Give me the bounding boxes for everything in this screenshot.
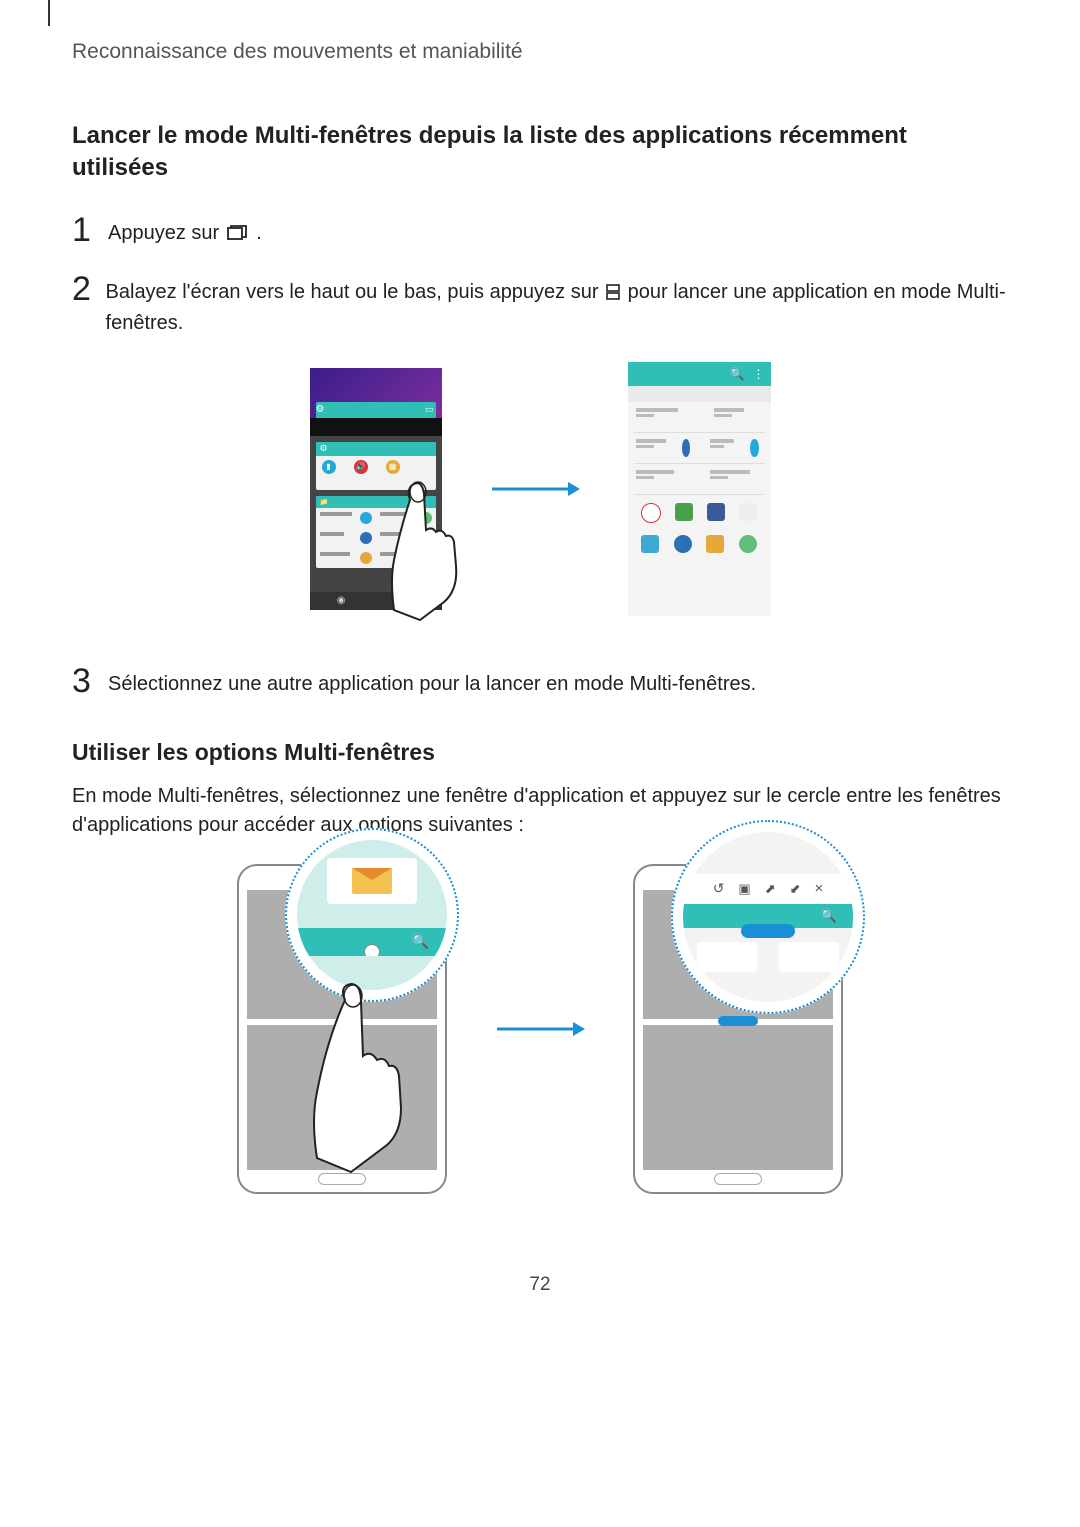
- arrow-right-icon: [490, 479, 580, 499]
- zoom-circle-left: 🔍: [285, 828, 459, 1002]
- phone-file-browser: 🔍 ⋮: [628, 362, 771, 616]
- search-icon: 🔍: [730, 367, 745, 381]
- step-1: 1 Appuyez sur .: [72, 213, 1008, 250]
- swap-icon: ↺: [713, 880, 725, 897]
- split-screen-icon: [606, 280, 620, 309]
- pie-icon: ◉: [337, 595, 346, 606]
- arrow-right-icon: [495, 1019, 585, 1039]
- step-2: 2 Balayez l'écran vers le haut ou le bas…: [72, 272, 1008, 338]
- illustration-row-1: ⚙ ▭ ⚙ ▮ 🔊 ▦ 📁: [72, 362, 1008, 616]
- page-number: 72: [72, 1274, 1008, 1296]
- zoom-circle-right: ↺ ▣ ⬈ ⬋ × 🔍: [671, 820, 865, 1014]
- drag-content-icon: ▣: [738, 881, 750, 897]
- search-icon: 🔍: [412, 933, 429, 950]
- step-1-text-after: .: [256, 222, 262, 244]
- phone-recent-apps: ⚙ ▭ ⚙ ▮ 🔊 ▦ 📁: [310, 368, 442, 610]
- step-3-text: Sélectionnez une autre application pour …: [108, 664, 756, 699]
- body-paragraph: En mode Multi-fenêtres, sélectionnez une…: [72, 782, 1008, 840]
- subsection-title: Utiliser les options Multi-fenêtres: [72, 739, 1008, 766]
- step-2-number: 2: [72, 272, 102, 306]
- hand-pointing-icon: [380, 470, 490, 630]
- page-header: Reconnaissance des mouvements et maniabi…: [72, 40, 1008, 64]
- maximize-icon: ⬋: [790, 881, 801, 897]
- step-1-text-before: Appuyez sur: [108, 222, 225, 244]
- more-icon: ⋮: [753, 367, 765, 381]
- minimize-icon: ⬈: [765, 881, 776, 897]
- step-1-number: 1: [72, 213, 104, 247]
- hand-pointing-icon: [299, 980, 429, 1180]
- search-icon: 🔍: [821, 908, 837, 924]
- phone-tap-handle: 🔍: [237, 864, 447, 1194]
- step-3-number: 3: [72, 664, 104, 698]
- phone-multiwindow-options: ↺ ▣ ⬈ ⬋ × 🔍: [633, 864, 843, 1194]
- step-3: 3 Sélectionnez une autre application pou…: [72, 664, 1008, 699]
- section-title: Lancer le mode Multi-fenêtres depuis la …: [72, 120, 1008, 185]
- recent-apps-icon: [227, 221, 249, 250]
- illustration-row-2: 🔍: [72, 864, 1008, 1194]
- step-2-text-before: Balayez l'écran vers le haut ou le bas, …: [106, 281, 605, 303]
- close-icon: ×: [815, 880, 824, 897]
